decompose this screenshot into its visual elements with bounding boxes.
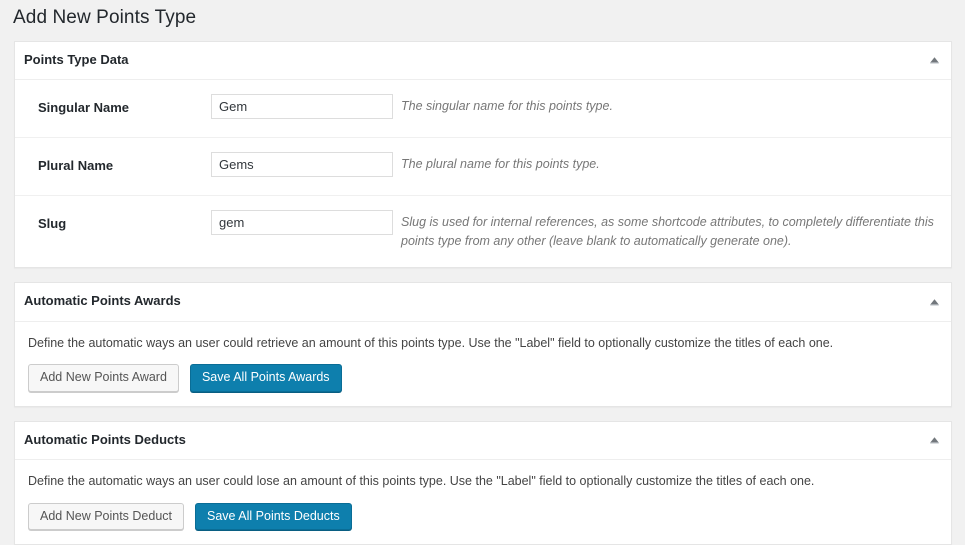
add-new-points-award-button[interactable]: Add New Points Award: [28, 364, 179, 392]
chevron-up-icon[interactable]: [923, 431, 945, 449]
panel-header-points-type-data: Points Type Data: [15, 42, 951, 80]
save-all-points-deducts-button[interactable]: Save All Points Deducts: [195, 502, 352, 531]
save-all-points-awards-button[interactable]: Save All Points Awards: [189, 364, 342, 392]
chevron-up-icon[interactable]: [923, 293, 945, 311]
panel-automatic-points-deducts: Automatic Points Deducts Define the auto…: [14, 420, 952, 545]
panel-points-type-data: Points Type Data Singular Name The singu…: [14, 40, 952, 269]
page-title: Add New Points Type: [13, 7, 197, 28]
panel-title-automatic-points-deducts: Automatic Points Deducts: [24, 431, 186, 447]
label-singular-name: Singular Name: [38, 99, 130, 115]
description-slug: Slug is used for internal references, as…: [401, 214, 934, 249]
form-row-plural-name: Plural Name The plural name for this poi…: [15, 136, 951, 196]
panel-title-automatic-points-awards: Automatic Points Awards: [24, 293, 181, 309]
panel-automatic-points-awards: Automatic Points Awards Define the autom…: [14, 282, 952, 407]
label-slug: Slug: [15, 194, 211, 268]
intro-automatic-points-deducts: Define the automatic ways an user could …: [28, 474, 815, 489]
label-plural-name: Plural Name: [15, 136, 211, 196]
panel-title-points-type-data: Points Type Data: [24, 51, 129, 67]
deducts-button-row: Add New Points Deduct Save All Points De…: [28, 502, 939, 531]
awards-button-row: Add New Points Award Save All Points Awa…: [28, 364, 939, 392]
panel-header-automatic-points-awards: Automatic Points Awards: [15, 283, 951, 322]
slug-input[interactable]: [211, 209, 393, 235]
form-row-singular-name: Singular Name The singular name for this…: [15, 80, 951, 137]
plural-name-input[interactable]: [211, 151, 393, 177]
form-row-slug: Slug Slug is used for internal reference…: [15, 194, 951, 268]
description-singular-name: The singular name for this points type.: [401, 98, 613, 113]
singular-name-input[interactable]: [211, 93, 393, 119]
add-new-points-deduct-button[interactable]: Add New Points Deduct: [28, 502, 185, 531]
panel-header-automatic-points-deducts: Automatic Points Deducts: [15, 422, 951, 461]
chevron-up-icon[interactable]: [923, 51, 945, 69]
description-plural-name: The plural name for this points type.: [401, 156, 600, 171]
intro-automatic-points-awards: Define the automatic ways an user could …: [28, 335, 834, 350]
points-type-data-form: Singular Name The singular name for this…: [15, 80, 951, 268]
